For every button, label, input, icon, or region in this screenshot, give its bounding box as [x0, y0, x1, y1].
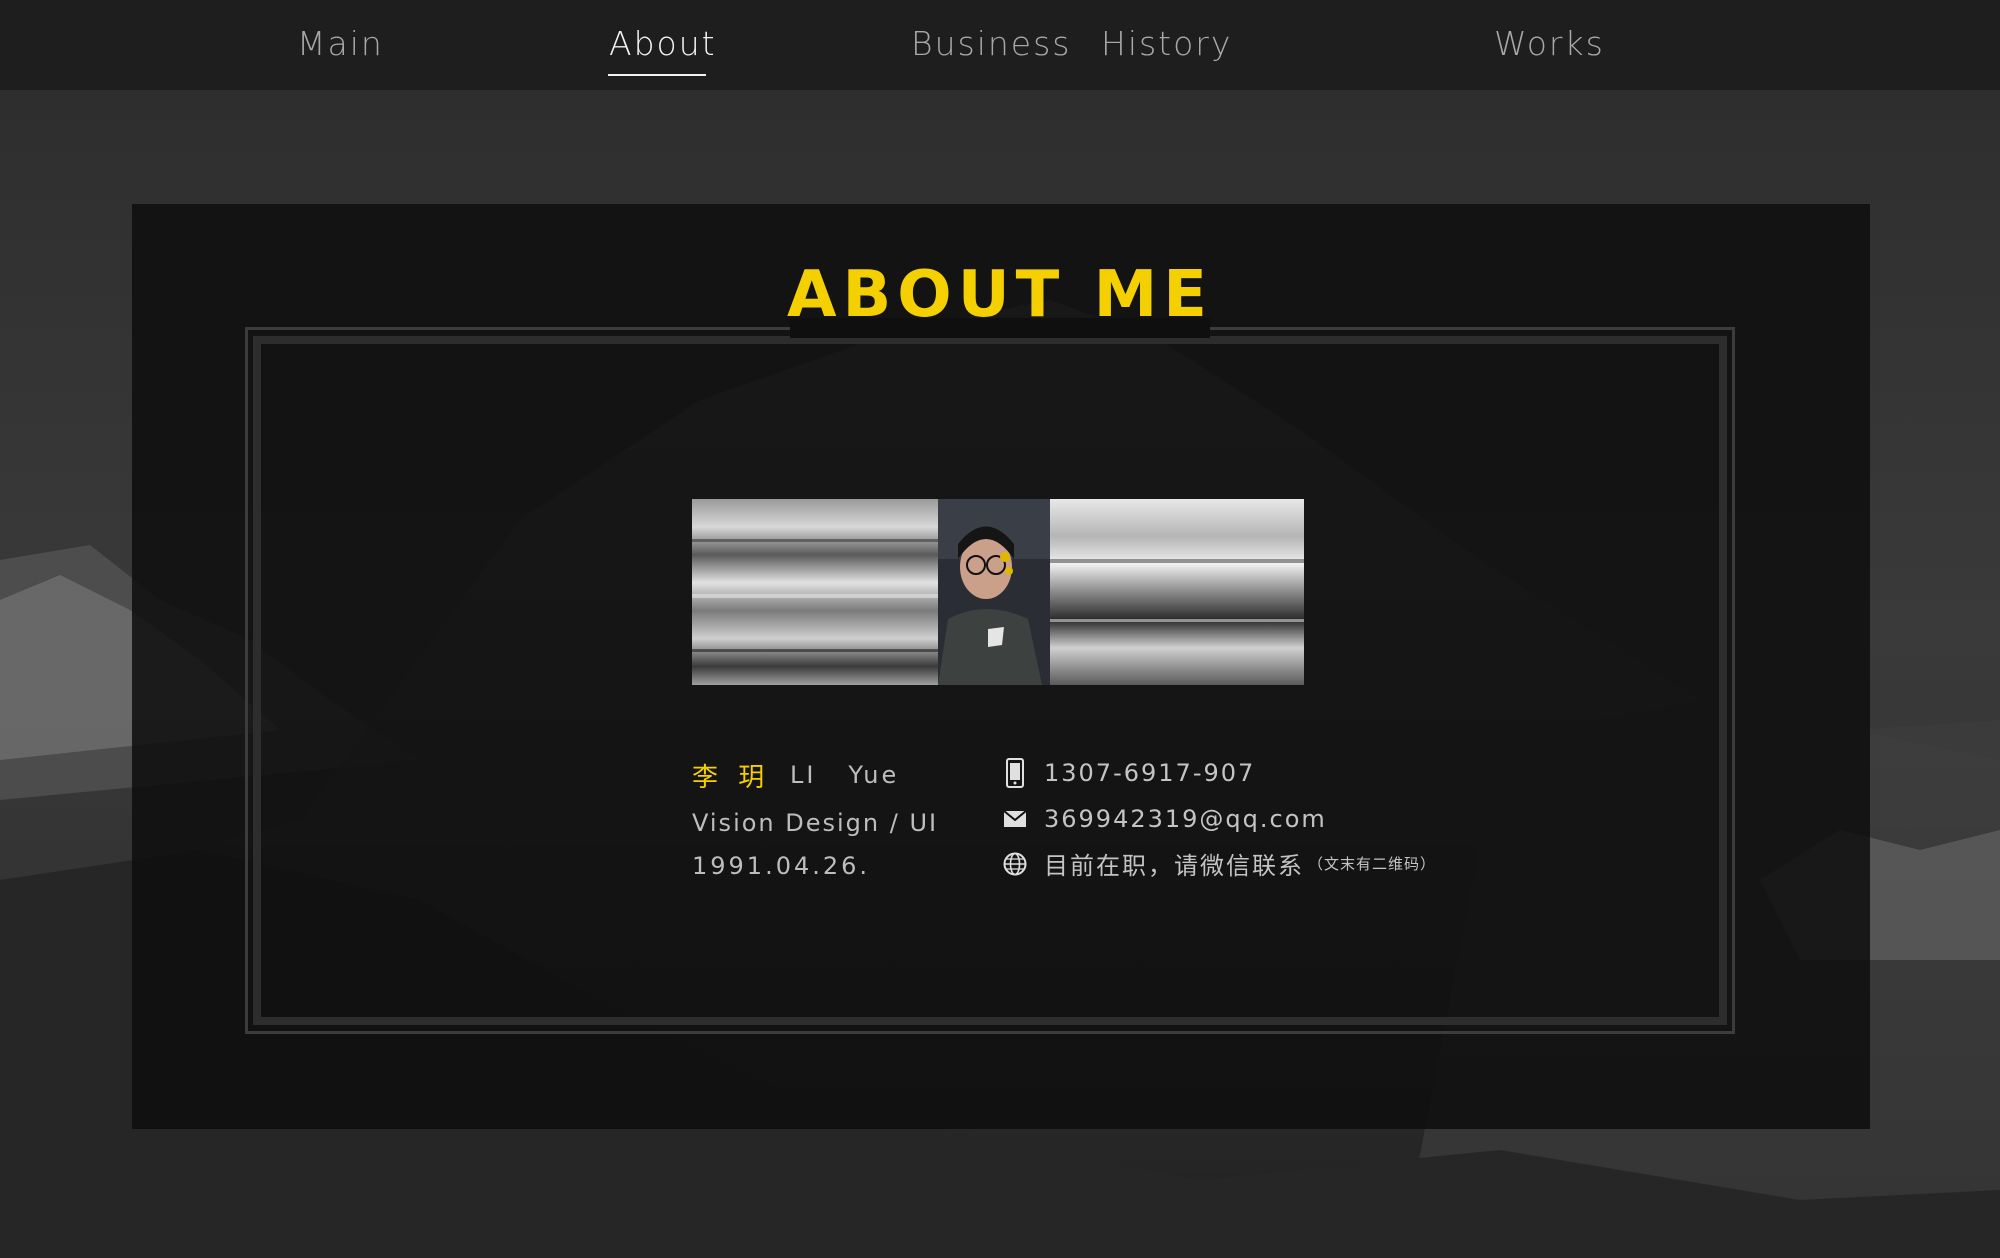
name-chinese: 李 玥 [692, 763, 771, 793]
birth-date: 1991.04.26. [692, 852, 871, 880]
nav-business[interactable]: Business [911, 24, 1072, 63]
phone-number[interactable]: 1307-6917-907 [1044, 759, 1255, 787]
nav-main[interactable]: Main [297, 24, 384, 63]
about-page: Main About Business History Works ABOUT … [0, 0, 2000, 1258]
work-status-note: （文末有二维码） [1308, 855, 1437, 873]
nav-history[interactable]: History [1101, 24, 1232, 63]
name-english: LI Yue [790, 761, 900, 789]
phone-icon [1002, 758, 1028, 788]
profile-photo-strip [692, 499, 1304, 685]
mail-icon [1002, 804, 1028, 834]
nav-active-underline [608, 74, 706, 76]
top-navigation-bar: Main About Business History Works [0, 0, 2000, 90]
job-title: Vision Design / UI [692, 809, 939, 837]
contact-status-row: 目前在职，请微信联系 （文末有二维码） [1002, 846, 1436, 881]
nav-works[interactable]: Works [1494, 24, 1605, 63]
globe-icon [1002, 849, 1028, 879]
work-status-text: 目前在职，请微信联系 [1044, 852, 1304, 880]
contact-phone-row: 1307-6917-907 [1002, 758, 1255, 788]
page-title: ABOUT ME [786, 258, 1214, 332]
nav-about[interactable]: About [609, 24, 717, 63]
contact-email-row: 369942319@qq.com [1002, 804, 1327, 834]
email-address[interactable]: 369942319@qq.com [1044, 805, 1327, 833]
